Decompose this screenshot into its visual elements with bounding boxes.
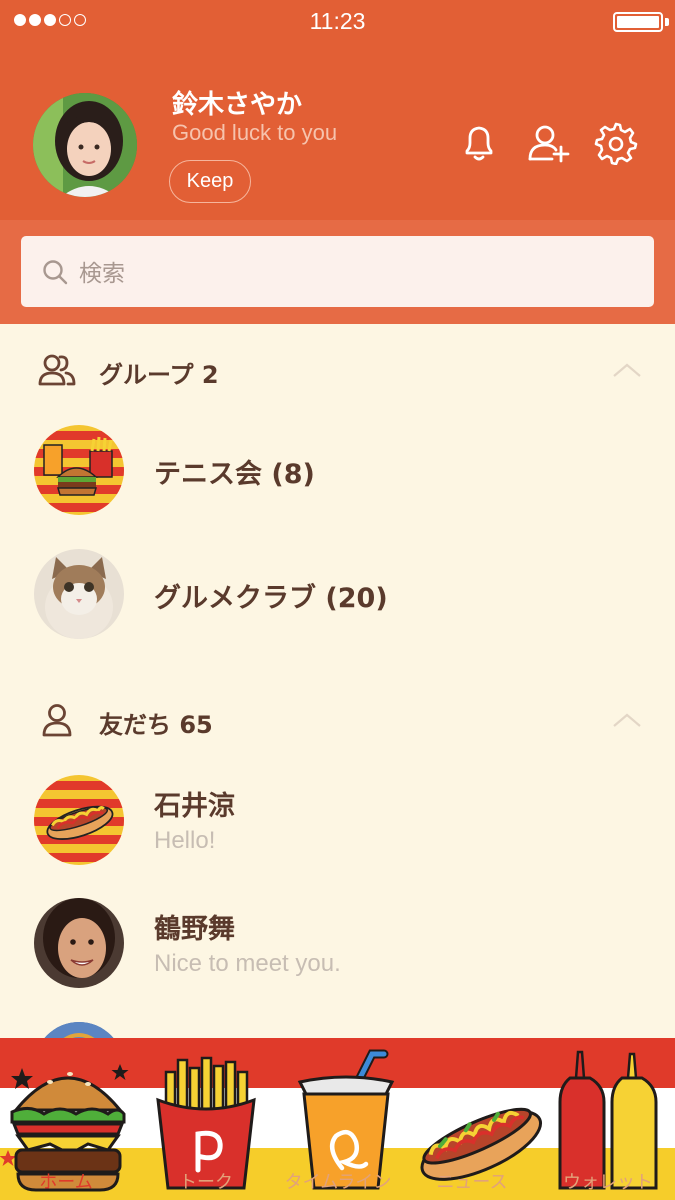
tab-wallet[interactable]: ウォレット [552, 1168, 664, 1194]
friend-avatar [34, 898, 124, 988]
keep-button[interactable]: Keep [169, 160, 251, 203]
friend-name: 石井涼 [154, 791, 235, 822]
friend-row[interactable]: 鶴野舞 Nice to meet you. [0, 888, 675, 998]
battery-icon [613, 12, 663, 32]
header: 11:23 鈴木さやか Good luck to you Keep [0, 0, 675, 220]
friend-status-message: Hello! [154, 827, 216, 854]
group-row-gourmet[interactable]: グルメクラブ (20) [0, 537, 675, 647]
group-row-tennis[interactable]: テニス会 (8) [0, 413, 675, 523]
tab-news[interactable]: ニュース [424, 1168, 520, 1194]
group-avatar [34, 549, 124, 639]
group-icon [38, 354, 76, 386]
collapse-chevron-icon[interactable] [612, 362, 642, 378]
person-icon [42, 704, 72, 737]
groups-section-title: グループ 2 [99, 361, 219, 389]
friends-section-title: 友だち 65 [99, 711, 213, 739]
add-friend-icon[interactable] [526, 121, 570, 165]
group-name: グルメクラブ (20) [154, 583, 388, 614]
friend-name: 鶴野舞 [154, 914, 235, 945]
status-bar: 11:23 [0, 0, 675, 44]
tab-timeline[interactable]: タイムライン [270, 1168, 406, 1194]
collapse-chevron-icon[interactable] [612, 712, 642, 728]
friends-section-header[interactable]: 友だち 65 [0, 690, 675, 750]
search-icon [43, 260, 68, 285]
profile-name[interactable]: 鈴木さやか [172, 84, 302, 121]
friend-row[interactable]: 石井涼 Hello! [0, 765, 675, 875]
bell-icon[interactable] [457, 121, 501, 165]
profile-avatar[interactable] [33, 93, 137, 197]
group-avatar [34, 425, 124, 515]
friend-avatar [34, 775, 124, 865]
friend-status-message: Nice to meet you. [154, 950, 341, 977]
tab-talk[interactable]: トーク [158, 1168, 254, 1194]
search-input[interactable]: 検索 [21, 236, 654, 307]
status-time: 11:23 [309, 8, 366, 34]
groups-section-header[interactable]: グループ 2 [0, 340, 675, 400]
search-placeholder: 検索 [79, 261, 125, 287]
tab-home[interactable]: ホーム [18, 1168, 114, 1194]
settings-gear-icon[interactable] [594, 121, 638, 165]
profile-status-message: Good luck to you [172, 120, 338, 145]
group-name: テニス会 (8) [154, 459, 315, 490]
